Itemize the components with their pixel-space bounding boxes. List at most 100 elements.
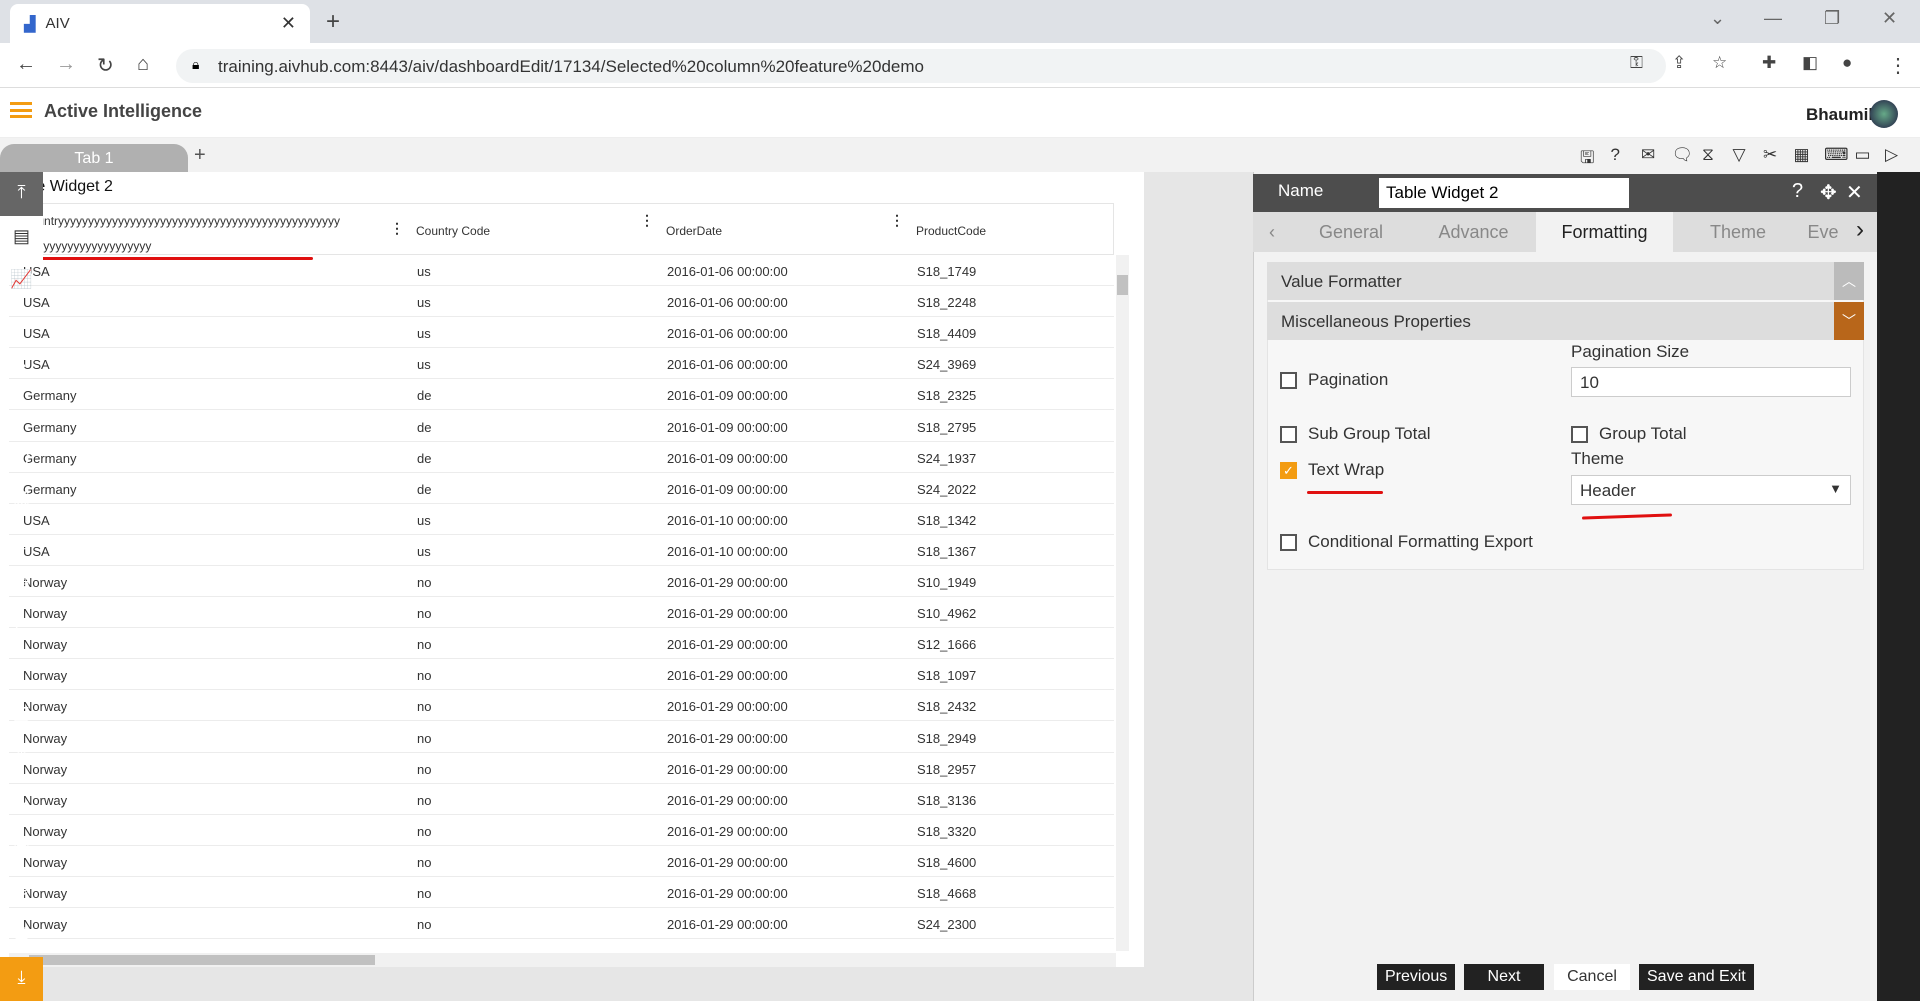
- table-icon[interactable]: ▦: [1794, 145, 1810, 165]
- help-icon[interactable]: ?: [1611, 145, 1620, 165]
- table-row[interactable]: Norway no 2016-01-29 00:00:00 S10_1949: [9, 566, 1114, 597]
- misc-properties-accordion[interactable]: Miscellaneous Properties ﹀: [1267, 302, 1864, 340]
- column-header-productcode[interactable]: ProductCode: [916, 224, 986, 238]
- download-icon[interactable]: ⤓: [0, 956, 43, 1001]
- text-wrap-checkbox[interactable]: ✓: [1280, 462, 1297, 479]
- maximize-icon[interactable]: ❐: [1824, 8, 1840, 29]
- table-row[interactable]: USA us 2016-01-10 00:00:00 S18_1367: [9, 535, 1114, 566]
- report-icon[interactable]: ◔: [0, 346, 43, 390]
- save-icon[interactable]: 🖫: [1580, 145, 1594, 174]
- widget-name-input[interactable]: [1379, 178, 1629, 208]
- tab-formatting[interactable]: Formatting: [1536, 212, 1673, 252]
- copy-icon[interactable]: ❐: [0, 695, 43, 739]
- column-header-country[interactable]: Countryyyyyyyyyyyyyyyyyyyyyyyyyyyyyyyyyy…: [22, 209, 342, 259]
- tabs-next-icon[interactable]: ›: [1843, 212, 1877, 252]
- group-total-checkbox[interactable]: [1571, 426, 1588, 443]
- table-row[interactable]: Germany de 2016-01-09 00:00:00 S18_2795: [9, 411, 1114, 442]
- table-row[interactable]: USA us 2016-01-06 00:00:00 S18_2248: [9, 286, 1114, 318]
- key-icon[interactable]: ⚿: [1630, 53, 1643, 73]
- table-row[interactable]: Germany de 2016-01-09 00:00:00 S24_1937: [9, 442, 1114, 473]
- close-icon[interactable]: ✕: [1846, 180, 1863, 205]
- table-row[interactable]: USA us 2016-01-06 00:00:00 S18_1749: [9, 255, 1114, 286]
- pivot-icon[interactable]: ◫: [0, 521, 43, 565]
- rx-icon[interactable]: ℞: [0, 782, 43, 826]
- close-window-icon[interactable]: ✕: [1882, 8, 1897, 29]
- chart-icon[interactable]: 📈: [0, 259, 43, 303]
- filter-icon[interactable]: ▽: [1733, 145, 1746, 165]
- table-row[interactable]: Norway no 2016-01-29 00:00:00 S18_2949: [9, 722, 1114, 753]
- save-and-exit-button[interactable]: Save and Exit: [1639, 964, 1754, 990]
- bookmark-star-icon[interactable]: ☆: [1712, 53, 1727, 73]
- minimize-icon[interactable]: —: [1764, 8, 1782, 29]
- move-icon[interactable]: ✥: [1820, 180, 1837, 205]
- url-field[interactable]: training.aivhub.com:8443/aiv/dashboardEd…: [176, 49, 1666, 83]
- value-formatter-accordion[interactable]: Value Formatter ︿: [1267, 262, 1864, 300]
- scroll-thumb[interactable]: [29, 955, 375, 965]
- table-row[interactable]: Norway no 2016-01-29 00:00:00 S18_4668: [9, 877, 1114, 908]
- column-menu-icon[interactable]: ⋮: [640, 212, 654, 229]
- tab-advance[interactable]: Advance: [1411, 212, 1536, 252]
- home-icon[interactable]: ⌂: [137, 53, 149, 76]
- devices-icon[interactable]: ▭: [1855, 145, 1871, 165]
- layers-icon[interactable]: ≋: [0, 870, 43, 914]
- table-row[interactable]: Norway no 2016-01-29 00:00:00 S10_4962: [9, 597, 1114, 629]
- code-icon[interactable]: { }: [0, 434, 43, 478]
- table-row[interactable]: Germany de 2016-01-09 00:00:00 S18_2325: [9, 379, 1114, 411]
- scatter-icon[interactable]: ⫶: [0, 652, 43, 696]
- tools-icon[interactable]: ✂: [1763, 145, 1777, 165]
- table-row[interactable]: Germany de 2016-01-09 00:00:00 S24_2022: [9, 473, 1114, 504]
- table-row[interactable]: Norway no 2016-01-29 00:00:00 S18_3136: [9, 784, 1114, 815]
- table-row[interactable]: Norway no 2016-01-29 00:00:00 S24_2300: [9, 908, 1114, 940]
- table-widget-icon[interactable]: ▤: [0, 215, 43, 260]
- menu-icon[interactable]: ⋮: [1888, 53, 1908, 78]
- previous-button[interactable]: Previous: [1377, 964, 1456, 990]
- add-tab-button[interactable]: +: [194, 144, 206, 167]
- table-row[interactable]: Norway no 2016-01-29 00:00:00 S18_3320: [9, 815, 1114, 846]
- tab-events[interactable]: Eve: [1803, 212, 1843, 252]
- table-row[interactable]: Norway no 2016-01-29 00:00:00 S18_4600: [9, 846, 1114, 877]
- table-row[interactable]: Norway no 2016-01-29 00:00:00 S12_1666: [9, 628, 1114, 660]
- document-icon[interactable]: ▬: [0, 390, 43, 434]
- browser-tab[interactable]: ▟ AIV ✕: [10, 4, 310, 43]
- conditional-formatting-export-checkbox[interactable]: [1280, 534, 1297, 551]
- horizontal-scrollbar[interactable]: [9, 953, 1116, 967]
- help-icon[interactable]: ?: [1792, 180, 1803, 203]
- vertical-scrollbar[interactable]: [1116, 255, 1129, 951]
- mail-icon[interactable]: ✉: [1641, 145, 1655, 165]
- table-row[interactable]: USA us 2016-01-06 00:00:00 S24_3969: [9, 348, 1114, 380]
- column-header-orderdate[interactable]: OrderDate: [666, 224, 722, 238]
- table-row[interactable]: Norway no 2016-01-29 00:00:00 S18_2432: [9, 690, 1114, 722]
- collapse-up-icon[interactable]: ⤒: [0, 172, 43, 216]
- cancel-button[interactable]: Cancel: [1554, 964, 1630, 990]
- play-icon[interactable]: ▷: [1885, 145, 1898, 165]
- chevron-down-icon[interactable]: ﹀: [1834, 302, 1864, 340]
- clear-filter-icon[interactable]: ⧖: [1702, 145, 1714, 165]
- tab-theme[interactable]: Theme: [1673, 212, 1803, 252]
- lock-icon[interactable]: 🔒︎: [192, 56, 199, 73]
- scroll-thumb[interactable]: [1117, 275, 1128, 295]
- user-name[interactable]: Bhaumik: [1806, 105, 1878, 125]
- reload-icon[interactable]: ↻: [97, 53, 114, 78]
- new-tab-icon[interactable]: +: [326, 8, 340, 36]
- table-row[interactable]: Norway no 2016-01-29 00:00:00 S18_2957: [9, 753, 1114, 784]
- tab-1[interactable]: Tab 1: [0, 144, 188, 172]
- chevron-up-icon[interactable]: ︿: [1834, 262, 1864, 300]
- close-tab-icon[interactable]: ✕: [281, 13, 296, 34]
- tab-search-icon[interactable]: ⌄: [1710, 8, 1725, 29]
- tree-icon[interactable]: ⊏: [0, 608, 43, 652]
- table-row[interactable]: Norway no 2016-01-29 00:00:00 S18_1097: [9, 659, 1114, 691]
- tab-general[interactable]: General: [1291, 212, 1411, 252]
- map-icon[interactable]: ⌖: [0, 303, 43, 347]
- column-menu-icon[interactable]: ⋮: [890, 212, 904, 229]
- next-button[interactable]: Next: [1464, 964, 1544, 990]
- column-header-country-code[interactable]: Country Code: [416, 224, 490, 238]
- share-icon[interactable]: ⇪: [1672, 53, 1686, 73]
- sub-group-total-checkbox[interactable]: [1280, 426, 1297, 443]
- avatar[interactable]: [1870, 100, 1898, 128]
- table-row[interactable]: USA us 2016-01-10 00:00:00 S18_1342: [9, 504, 1114, 535]
- comment-icon[interactable]: 🗨: [1672, 145, 1694, 165]
- tabs-prev-icon[interactable]: ‹: [1253, 212, 1291, 252]
- back-icon[interactable]: ←: [16, 53, 36, 76]
- theme-select[interactable]: Header ▼: [1571, 475, 1851, 505]
- file-icon[interactable]: ▣: [0, 826, 43, 870]
